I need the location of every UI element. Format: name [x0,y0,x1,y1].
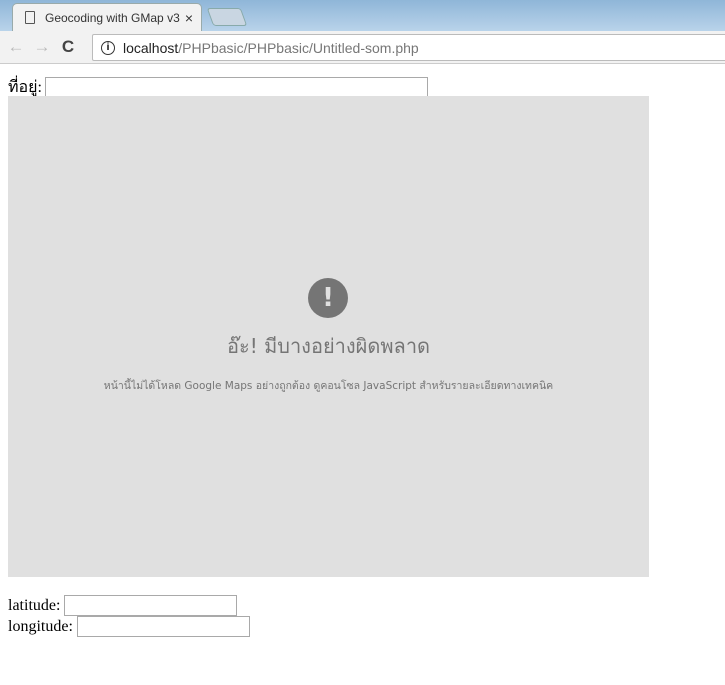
tab-bar: Geocoding with GMap v3 × [0,0,725,31]
page-icon [25,11,35,24]
longitude-label: longitude: [8,617,73,635]
latitude-input[interactable] [64,595,238,616]
address-input[interactable] [44,77,428,98]
url-host: localhost [123,39,179,56]
latitude-label: latitude: [8,596,61,614]
forward-icon[interactable]: → [32,37,52,57]
reload-icon[interactable]: C [58,37,78,57]
browser-toolbar: ← → C i localhost/PHPbasic/PHPbasic/Unti… [0,31,725,64]
latitude-row: latitude: [8,595,238,616]
back-icon[interactable]: ← [6,37,26,57]
tab-active[interactable]: Geocoding with GMap v3 × [12,3,202,31]
new-tab-button[interactable] [206,8,248,26]
close-tab-icon[interactable]: × [185,10,193,26]
error-icon: ! [308,278,348,318]
map-error-title: อ๊ะ! มีบางอย่างผิดพลาด [226,334,431,358]
map-error-message: หน้านี้ไม่ได้โหลด Google Maps อย่างถูกต้… [103,380,554,392]
tab-title: Geocoding with GMap v3 [45,10,180,25]
longitude-row: longitude: [8,616,250,637]
url-path: /PHPbasic/PHPbasic/Untitled-som.php [178,39,419,56]
longitude-input[interactable] [76,616,250,637]
address-bar[interactable]: i localhost/PHPbasic/PHPbasic/Untitled-s… [92,34,725,61]
map-container[interactable]: ! อ๊ะ! มีบางอย่างผิดพลาด หน้านี้ไม่ได้โห… [8,96,649,577]
info-icon[interactable]: i [101,40,115,55]
